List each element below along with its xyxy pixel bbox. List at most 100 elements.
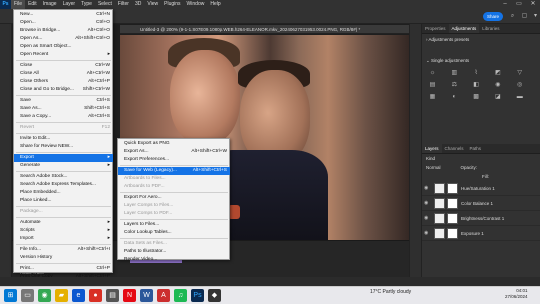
file-menu-item[interactable]: Browse in Bridge... Alt+Ctrl+O — [14, 27, 113, 35]
file-menu-item[interactable]: Close and Go to Bridge... Shift+Ctrl+W — [14, 86, 113, 94]
export-menu-item[interactable]: Layer Comps to Files... — [118, 202, 230, 210]
file-menu-item[interactable]: Invite to Edit... — [14, 135, 113, 143]
export-menu-item[interactable]: Artboards to Files... — [118, 175, 230, 183]
channel-mixer-icon[interactable]: ◎ — [515, 81, 524, 90]
file-menu-item[interactable]: Close Ctrl+W — [14, 62, 113, 70]
layer-row[interactable]: ◉ Exposure 1 — [422, 226, 540, 241]
file-menu-item[interactable]: Open as Smart Object... — [14, 43, 113, 51]
tab-paths[interactable]: Paths — [467, 144, 485, 153]
tab-layers[interactable]: Layers — [422, 144, 442, 153]
gradient-map-icon[interactable]: ▬ — [515, 93, 524, 102]
layer-filter[interactable]: Kind — [422, 154, 540, 163]
export-menu-item[interactable]: Layers to Files... — [118, 221, 230, 229]
posterize-icon[interactable]: ▩ — [472, 93, 481, 102]
file-menu-item[interactable]: Close Others Alt+Ctrl+P — [14, 78, 113, 86]
netflix-icon[interactable]: N — [123, 289, 136, 302]
file-menu-item[interactable]: Open... Ctrl+O — [14, 19, 113, 27]
export-menu-item[interactable]: Export For Aero... — [118, 194, 230, 202]
menu-select[interactable]: Select — [95, 0, 115, 9]
export-menu-item[interactable]: Save for Web (Legacy)... Alt+Shift+Ctrl+S — [118, 167, 230, 175]
minimize-icon[interactable]: – — [498, 0, 512, 9]
photoshop-taskbar-icon[interactable]: Ps — [191, 289, 204, 302]
file-menu-item[interactable]: Save As... Shift+Ctrl+S — [14, 105, 113, 113]
menu-layer[interactable]: Layer — [60, 0, 79, 9]
tab-properties[interactable]: Properties — [422, 24, 449, 33]
store-icon[interactable]: ▤ — [106, 289, 119, 302]
tab-channels[interactable]: Channels — [442, 144, 467, 153]
chevron-down-icon[interactable]: ▾ — [531, 12, 540, 21]
menu-help[interactable]: Help — [207, 0, 223, 9]
file-menu-item[interactable]: Search Adobe Stock... — [14, 173, 113, 181]
word-icon[interactable]: W — [140, 289, 153, 302]
export-menu-item[interactable]: Artboards to PDF... — [118, 183, 230, 191]
file-menu-item[interactable]: Open As... Alt+Shift+Ctrl+O — [14, 35, 113, 43]
pdf-icon[interactable]: A — [157, 289, 170, 302]
menu-view[interactable]: View — [144, 0, 161, 9]
levels-icon[interactable]: ▥ — [450, 69, 459, 78]
brightness-icon[interactable]: ☼ — [428, 69, 437, 78]
eye-icon[interactable]: ◉ — [424, 185, 432, 191]
menu-filter[interactable]: Filter — [115, 0, 132, 9]
export-menu-item[interactable]: Data Sets as Files... — [118, 240, 230, 248]
file-explorer-icon[interactable]: ▰ — [55, 289, 68, 302]
export-menu-item[interactable]: Render Video... — [118, 256, 230, 264]
menu-file[interactable]: File — [11, 0, 26, 9]
eye-icon[interactable]: ◉ — [424, 230, 432, 236]
app-icon-2[interactable]: ◆ — [208, 289, 221, 302]
export-menu-item[interactable]: Export Preferences... — [118, 156, 230, 164]
vibrance-icon[interactable]: ▽ — [515, 69, 524, 78]
layer-row[interactable]: ◉ Color Balance 1 — [422, 196, 540, 211]
file-menu-item[interactable]: Import ▸ — [14, 235, 113, 243]
tab-libraries[interactable]: Libraries — [479, 24, 502, 33]
export-menu-item[interactable]: Layer Comps to PDF... — [118, 210, 230, 218]
layer-row[interactable]: ◉ Brightness/Contrast 1 — [422, 211, 540, 226]
photo-filter-icon[interactable]: ◉ — [493, 81, 502, 90]
app-icon[interactable]: ● — [89, 289, 102, 302]
file-menu-item[interactable]: Close All Alt+Ctrl+W — [14, 70, 113, 78]
menu-3d[interactable]: 3D — [132, 0, 144, 9]
export-menu-item[interactable]: Paths to Illustrator... — [118, 248, 230, 256]
adjustments-presets-header[interactable]: › Adjustments presets — [422, 34, 540, 45]
export-menu-item[interactable]: Color Lookup Tables... — [118, 229, 230, 237]
color-balance-icon[interactable]: ⚖ — [450, 81, 459, 90]
file-menu-item[interactable]: Save a Copy... Alt+Ctrl+S — [14, 113, 113, 121]
file-menu-item[interactable]: Open Recent ▸ — [14, 51, 113, 59]
clock[interactable]: 04:01 27/06/2024 — [505, 288, 528, 300]
menu-plugins[interactable]: Plugins — [161, 0, 183, 9]
single-adjustments-header[interactable]: ⌄ Single adjustments — [422, 55, 540, 67]
file-menu-item[interactable]: Print... Ctrl+P — [14, 265, 113, 273]
eye-icon[interactable]: ◉ — [424, 215, 432, 221]
file-menu-item[interactable]: New... Ctrl+N — [14, 11, 113, 19]
edge-icon[interactable]: e — [72, 289, 85, 302]
layer-row[interactable]: ◉ Hue/Saturation 1 — [422, 181, 540, 196]
chrome-icon[interactable]: ◉ — [38, 289, 51, 302]
file-menu-item[interactable]: Revert F12 — [14, 124, 113, 132]
threshold-icon[interactable]: ◪ — [493, 93, 502, 102]
menu-window[interactable]: Window — [184, 0, 208, 9]
file-menu-item[interactable]: Place Embedded... — [14, 189, 113, 197]
tab-adjustments[interactable]: Adjustments — [448, 24, 480, 33]
file-menu-item[interactable]: Place Linked... — [14, 197, 113, 205]
menu-edit[interactable]: Edit — [25, 0, 40, 9]
file-menu-item[interactable]: Save Ctrl+S — [14, 97, 113, 105]
weather-widget[interactable]: 17°C Partly cloudy — [370, 289, 411, 295]
spotify-icon[interactable]: ♫ — [174, 289, 187, 302]
hue-saturation-icon[interactable]: ▤ — [428, 81, 437, 90]
task-view-icon[interactable]: ▭ — [21, 289, 34, 302]
eye-icon[interactable]: ◉ — [424, 200, 432, 206]
start-icon[interactable]: ⊞ — [4, 289, 17, 302]
file-menu-item[interactable]: Package... — [14, 208, 113, 216]
share-button[interactable]: Share — [483, 12, 503, 21]
file-menu-item[interactable]: Version History — [14, 254, 113, 262]
file-menu-item[interactable]: File Info... Alt+Shift+Ctrl+I — [14, 246, 113, 254]
export-menu-item[interactable]: Quick Export as PNG — [118, 140, 230, 148]
maximize-icon[interactable]: ▭ — [512, 0, 526, 9]
menu-type[interactable]: Type — [78, 0, 95, 9]
close-icon[interactable]: ✕ — [526, 0, 540, 9]
color-lookup-icon[interactable]: ▦ — [428, 93, 437, 102]
menu-image[interactable]: Image — [40, 0, 60, 9]
curves-icon[interactable]: ⌇ — [472, 69, 481, 78]
invert-icon[interactable]: ◐ — [450, 93, 459, 102]
file-menu-item[interactable]: Share for Review NEW... — [14, 143, 113, 151]
workspace-icon[interactable]: ▢ — [520, 12, 529, 21]
